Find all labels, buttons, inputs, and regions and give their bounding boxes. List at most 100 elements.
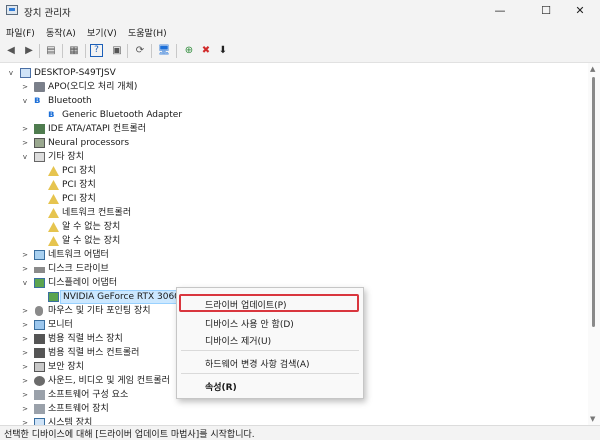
display-adapter-icon bbox=[34, 278, 45, 288]
expand-icon[interactable]: > bbox=[20, 374, 30, 388]
tree-root-label: DESKTOP-S49TJSV bbox=[34, 68, 116, 78]
close-button[interactable]: ✕ bbox=[560, 0, 600, 22]
system-device-icon bbox=[34, 418, 45, 425]
warning-icon bbox=[48, 166, 59, 176]
minimize-button[interactable]: — bbox=[480, 0, 520, 22]
display-adapter-icon bbox=[48, 292, 59, 302]
usb-icon bbox=[34, 334, 45, 344]
collapse-icon[interactable]: v bbox=[20, 94, 30, 108]
mouse-icon bbox=[35, 306, 43, 316]
tree-node-label: APO(오디오 처리 개체) bbox=[48, 82, 138, 92]
toolbar-separator bbox=[176, 44, 177, 58]
toolbar-separator bbox=[39, 44, 40, 58]
status-text: 선택한 디바이스에 대해 [드라이버 업데이트 마법사]를 시작합니다. bbox=[4, 430, 255, 440]
properties-icon[interactable]: ▦ bbox=[67, 44, 81, 58]
bluetooth-icon: ʙ bbox=[48, 109, 55, 120]
menu-separator bbox=[181, 350, 359, 351]
update-driver-icon[interactable]: ⊕ bbox=[182, 44, 196, 58]
tree-node-label: IDE ATA/ATAPI 컨트롤러 bbox=[48, 124, 147, 134]
menu-separator bbox=[181, 373, 359, 374]
security-device-icon bbox=[34, 362, 45, 372]
warning-icon bbox=[48, 222, 59, 232]
tree-node-label: 범용 직렬 버스 장치 bbox=[48, 334, 123, 344]
tree-node-label: 네트워크 컨트롤러 bbox=[62, 208, 132, 218]
software-device-icon bbox=[34, 404, 45, 414]
uninstall-device-menu-item[interactable]: 디바이스 제거(U) bbox=[205, 334, 271, 347]
uninstall-icon[interactable]: ✖ bbox=[199, 44, 213, 58]
scroll-up-icon[interactable]: ▲ bbox=[590, 65, 595, 73]
scroll-down-icon[interactable]: ▼ bbox=[590, 415, 595, 423]
tree-node-label: 소프트웨어 장치 bbox=[48, 404, 109, 414]
tree-node-label: 모니터 bbox=[48, 320, 73, 330]
properties-menu-item[interactable]: 속성(R) bbox=[205, 380, 237, 393]
status-bar: 선택한 디바이스에 대해 [드라이버 업데이트 마법사]를 시작합니다. bbox=[0, 425, 600, 440]
scan-hardware-menu-item[interactable]: 하드웨어 변경 사항 검색(A) bbox=[205, 357, 310, 370]
scrollbar-thumb[interactable] bbox=[592, 77, 595, 327]
show-hide-console-tree-icon[interactable]: ▤ bbox=[44, 44, 58, 58]
menu-view[interactable]: 보기(V) bbox=[87, 26, 117, 39]
expand-icon[interactable]: > bbox=[20, 332, 30, 346]
download-icon[interactable]: ⬇ bbox=[216, 44, 230, 58]
tree-node-label: Neural processors bbox=[48, 138, 130, 148]
tree-node-label: 알 수 없는 장치 bbox=[62, 236, 121, 246]
title-bar: 장치 관리자 — ☐ ✕ bbox=[0, 0, 600, 22]
update-driver-menu-item[interactable]: 드라이버 업데이트(P) bbox=[205, 298, 287, 311]
expand-icon[interactable]: > bbox=[20, 416, 30, 425]
menu-action[interactable]: 동작(A) bbox=[46, 26, 76, 39]
view-icon[interactable]: ▣ bbox=[110, 44, 124, 58]
usb-controller-icon bbox=[34, 348, 45, 358]
menu-bar: 파일(F) 동작(A) 보기(V) 도움말(H) bbox=[0, 22, 600, 40]
other-devices-icon bbox=[34, 152, 45, 162]
collapse-icon[interactable]: v bbox=[20, 150, 30, 164]
tree-node-label: 디스크 드라이브 bbox=[48, 264, 109, 274]
expand-icon[interactable]: > bbox=[20, 402, 30, 416]
expand-icon[interactable]: > bbox=[20, 388, 30, 402]
tree-node-label: NVIDIA GeForce RTX 3060 T bbox=[60, 290, 192, 304]
tree-node-label: 소프트웨어 구성 요소 bbox=[48, 390, 129, 400]
ide-controller-icon bbox=[34, 124, 45, 134]
toolbar: ◀ ▶ ▤ ▦ ? ▣ ⟳ 🖥 ⊕ ✖ ⬇ bbox=[0, 40, 600, 63]
tree-node-label: 범용 직렬 버스 컨트롤러 bbox=[48, 348, 140, 358]
tree-node-label: 보안 장치 bbox=[48, 362, 84, 372]
expand-icon[interactable]: > bbox=[20, 248, 30, 262]
window-title: 장치 관리자 bbox=[24, 8, 71, 19]
expand-icon[interactable]: > bbox=[20, 360, 30, 374]
tree-node-label: 시스템 장치 bbox=[48, 418, 93, 425]
vertical-scrollbar[interactable]: ▲ ▼ bbox=[588, 63, 600, 425]
expand-icon[interactable]: > bbox=[20, 262, 30, 276]
back-icon[interactable]: ◀ bbox=[4, 44, 18, 58]
tree-node-label: PCI 장치 bbox=[62, 180, 96, 190]
disk-drive-icon bbox=[34, 267, 45, 273]
tree-node-label: 네트워크 어댑터 bbox=[48, 250, 109, 260]
tree-node-label: 알 수 없는 장치 bbox=[62, 222, 121, 232]
speaker-icon bbox=[34, 376, 45, 386]
monitor-icon bbox=[34, 320, 45, 330]
warning-icon bbox=[48, 236, 59, 246]
expand-icon[interactable]: > bbox=[20, 136, 30, 150]
forward-icon[interactable]: ▶ bbox=[22, 44, 36, 58]
toolbar-separator bbox=[62, 44, 63, 58]
expand-icon[interactable]: > bbox=[20, 122, 30, 136]
warning-icon bbox=[48, 208, 59, 218]
collapse-icon[interactable]: v bbox=[20, 276, 30, 290]
bluetooth-icon: ʙ bbox=[34, 95, 41, 106]
software-component-icon bbox=[34, 390, 45, 400]
menu-help[interactable]: 도움말(H) bbox=[128, 26, 167, 39]
disable-device-menu-item[interactable]: 디바이스 사용 안 함(D) bbox=[205, 317, 294, 330]
refresh-icon[interactable]: ⟳ bbox=[133, 44, 147, 58]
toolbar-separator bbox=[85, 44, 86, 58]
menu-file[interactable]: 파일(F) bbox=[6, 26, 35, 39]
tree-node-label: PCI 장치 bbox=[62, 166, 96, 176]
expand-icon[interactable]: > bbox=[20, 318, 30, 332]
audio-icon bbox=[34, 82, 45, 92]
collapse-icon[interactable]: v bbox=[6, 66, 16, 80]
expand-icon[interactable]: > bbox=[20, 346, 30, 360]
scan-hardware-icon[interactable]: 🖥 bbox=[157, 44, 171, 58]
help-icon[interactable]: ? bbox=[90, 44, 103, 57]
warning-icon bbox=[48, 180, 59, 190]
network-adapter-icon bbox=[34, 250, 45, 260]
expand-icon[interactable]: > bbox=[20, 304, 30, 318]
toolbar-separator bbox=[127, 44, 128, 58]
expand-icon[interactable]: > bbox=[20, 80, 30, 94]
tree-node-label: 기타 장치 bbox=[48, 152, 84, 162]
